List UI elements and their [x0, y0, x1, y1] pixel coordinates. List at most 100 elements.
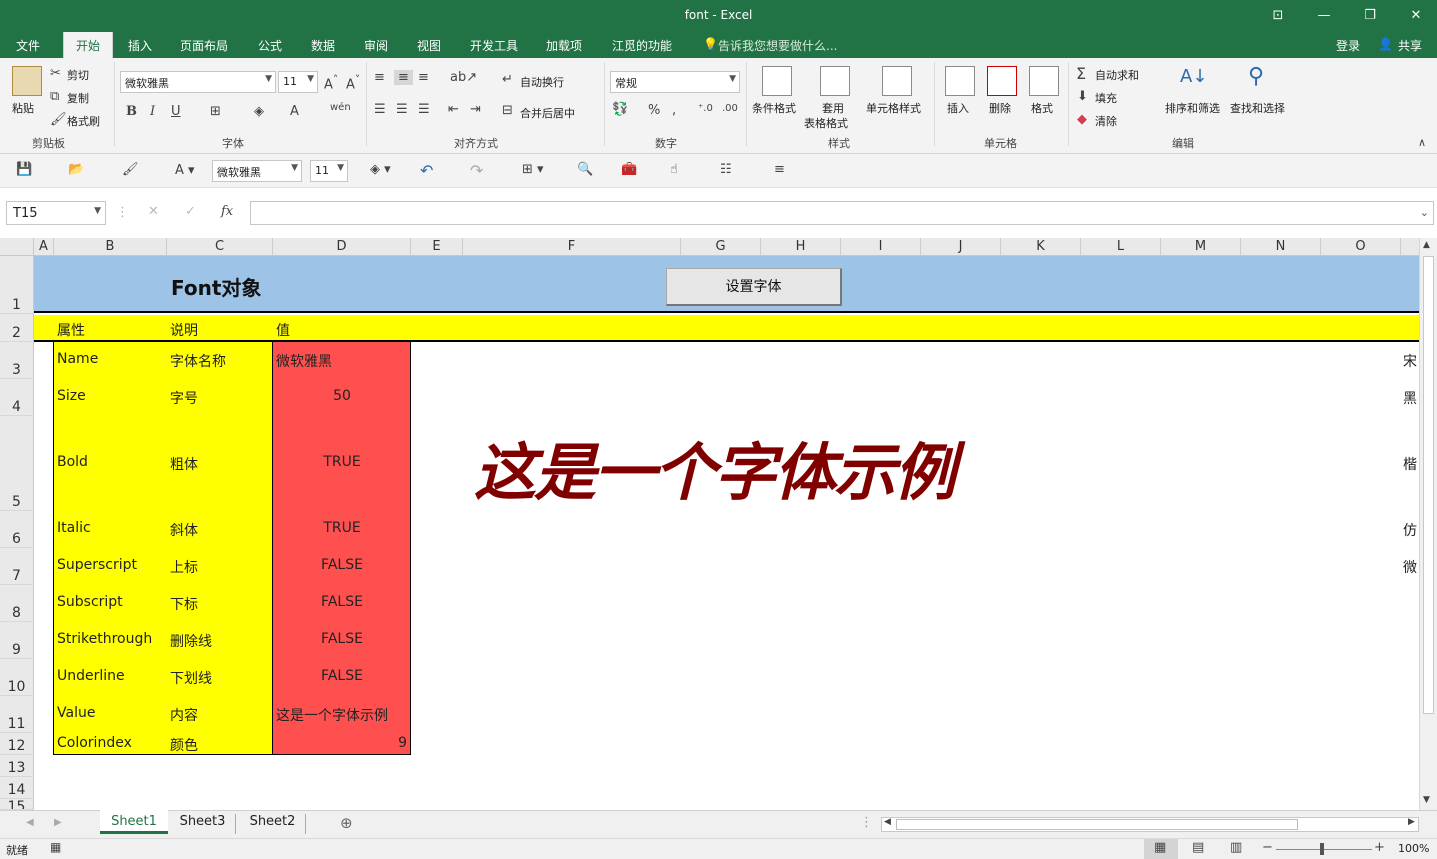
fill-down-icon[interactable]: ⬇ — [1077, 89, 1088, 104]
scroll-right-icon[interactable]: ▶ — [1408, 817, 1415, 827]
conditional-format-button[interactable]: 条件格式 — [752, 100, 796, 116]
align-center-icon[interactable]: ☰ — [396, 102, 408, 117]
col-header-f[interactable]: F — [463, 238, 681, 256]
normal-view-icon[interactable]: ▦ — [1154, 840, 1166, 855]
decrease-indent-icon[interactable]: ⇤ — [448, 102, 459, 117]
copy-icon[interactable]: ⧉ — [50, 89, 59, 104]
comma-icon[interactable]: , — [672, 103, 676, 118]
autosum-button[interactable]: 自动求和 — [1095, 67, 1139, 83]
increase-indent-icon[interactable]: ⇥ — [470, 102, 481, 117]
delete-cells-icon[interactable] — [987, 66, 1017, 96]
tab-formulas[interactable]: 公式 — [258, 37, 282, 54]
zoom-level[interactable]: 100% — [1398, 842, 1429, 855]
more-commands-icon[interactable]: ≡ — [774, 162, 785, 177]
zoom-out-icon[interactable]: − — [1262, 840, 1273, 855]
shrink-font-icon[interactable]: A˅ — [346, 73, 360, 92]
qat-font-combo[interactable]: 微软雅黑 ▼ — [212, 160, 302, 182]
name-box[interactable]: T15 ▼ — [6, 201, 106, 225]
zoom-slider-thumb[interactable] — [1320, 843, 1324, 855]
tab-view[interactable]: 视图 — [417, 37, 441, 54]
print-preview-icon[interactable]: 🔍 — [577, 162, 593, 177]
find-select-button[interactable]: 查找和选择 — [1230, 100, 1285, 116]
form-icon[interactable]: ☷ — [720, 162, 732, 177]
qat-size-combo[interactable]: 11 ▼ — [310, 160, 348, 182]
cut-icon[interactable]: ✂ — [50, 66, 61, 81]
sort-filter-icon[interactable]: A↓ — [1180, 66, 1207, 87]
row-header-11[interactable]: 11 — [0, 696, 34, 733]
increase-decimal-icon[interactable]: ⁺.0 — [698, 103, 713, 114]
next-sheet-icon[interactable]: ▶ — [54, 817, 62, 828]
tab-review[interactable]: 审阅 — [364, 37, 388, 54]
touch-mode-icon[interactable]: ☝ — [670, 162, 678, 177]
set-font-button[interactable]: 设置字体 — [666, 268, 842, 306]
row-header-2[interactable]: 2 — [0, 314, 34, 342]
row-header-3[interactable]: 3 — [0, 342, 34, 379]
ribbon-display-icon[interactable]: ⊡ — [1268, 6, 1288, 26]
select-all-corner[interactable] — [0, 238, 34, 256]
col-header-j[interactable]: J — [921, 238, 1001, 256]
zoom-slider[interactable] — [1276, 849, 1372, 850]
currency-icon[interactable]: 💱 — [612, 102, 628, 117]
merge-center-button[interactable]: 合并后居中 — [520, 105, 575, 121]
tab-insert[interactable]: 插入 — [128, 37, 152, 54]
cancel-icon[interactable]: ✕ — [148, 204, 159, 219]
fill-button[interactable]: 填充 — [1095, 90, 1117, 106]
row-header-6[interactable]: 6 — [0, 511, 34, 548]
col-header-e[interactable]: E — [411, 238, 463, 256]
scroll-left-icon[interactable]: ◀ — [884, 817, 891, 827]
tab-file[interactable]: 文件 — [16, 37, 40, 54]
format-cells-icon[interactable] — [1029, 66, 1059, 96]
format-painter-button[interactable]: 格式刷 — [67, 113, 100, 129]
vertical-scrollbar[interactable]: ▲ ▼ — [1419, 238, 1437, 810]
underline-button[interactable]: U — [171, 104, 181, 119]
clear-button[interactable]: 清除 — [1095, 113, 1117, 129]
italic-button[interactable]: I — [150, 104, 155, 119]
border-icon[interactable]: ⊞ — [210, 104, 221, 119]
expand-formula-icon[interactable]: ⌄ — [1420, 206, 1429, 219]
delete-cells-button[interactable]: 删除 — [989, 100, 1011, 116]
conditional-format-icon[interactable] — [762, 66, 792, 96]
restore-button[interactable]: ❐ — [1360, 6, 1380, 26]
scroll-down-icon[interactable]: ▼ — [1423, 795, 1430, 805]
page-break-view-icon[interactable]: ▥ — [1230, 840, 1242, 855]
cell-styles-button[interactable]: 单元格样式 — [866, 100, 921, 116]
tab-developer[interactable]: 开发工具 — [470, 37, 518, 54]
sort-filter-button[interactable]: 排序和筛选 — [1165, 100, 1220, 116]
percent-icon[interactable]: % — [648, 103, 660, 118]
tab-addins[interactable]: 加载项 — [546, 37, 582, 54]
wrap-text-icon[interactable]: ↵ — [502, 72, 513, 87]
add-sheet-icon[interactable]: ⊕ — [340, 814, 353, 832]
col-header-i[interactable]: I — [841, 238, 921, 256]
cut-button[interactable]: 剪切 — [67, 67, 89, 83]
tab-custom[interactable]: 江觅的功能 — [612, 37, 672, 54]
page-layout-view-icon[interactable]: ▤ — [1192, 840, 1204, 855]
horizontal-scrollbar[interactable]: ◀ ▶ — [881, 817, 1419, 832]
row-header-5[interactable]: 5 — [0, 416, 34, 511]
redo-icon[interactable]: ↷ — [470, 161, 483, 180]
font-size-combo[interactable]: 11 ▼ — [278, 71, 318, 93]
col-header-c[interactable]: C — [167, 238, 273, 256]
collapse-ribbon-icon[interactable]: ∧ — [1418, 136, 1426, 149]
sheet-tab-sheet2[interactable]: Sheet2 — [240, 814, 306, 834]
format-table-button[interactable]: 套用 — [822, 100, 844, 116]
bold-button[interactable]: B — [126, 104, 137, 119]
minimize-button[interactable]: — — [1314, 6, 1334, 26]
col-header-b[interactable]: B — [54, 238, 167, 256]
col-header-k[interactable]: K — [1001, 238, 1081, 256]
align-left-icon[interactable]: ☰ — [374, 102, 386, 117]
decrease-decimal-icon[interactable]: .00 — [722, 103, 738, 114]
hscroll-thumb[interactable] — [896, 819, 1298, 830]
row-header-15[interactable]: 15 — [0, 799, 34, 810]
enter-icon[interactable]: ✓ — [185, 204, 196, 219]
grow-font-icon[interactable]: A˄ — [324, 73, 338, 92]
wrap-text-button[interactable]: 自动换行 — [520, 74, 564, 90]
align-right-icon[interactable]: ☰ — [418, 102, 430, 117]
open-folder-icon[interactable]: 📂 — [68, 162, 84, 177]
row-header-1[interactable]: 1 — [0, 256, 34, 314]
merge-icon[interactable]: ⊟ — [502, 103, 513, 118]
font-color-icon[interactable]: A — [290, 104, 299, 119]
col-header-g[interactable]: G — [681, 238, 761, 256]
copy-button[interactable]: 复制 — [67, 90, 89, 106]
font-name-combo[interactable]: 微软雅黑 ▼ — [120, 71, 276, 93]
sheet-tab-sheet3[interactable]: Sheet3 — [170, 814, 236, 834]
